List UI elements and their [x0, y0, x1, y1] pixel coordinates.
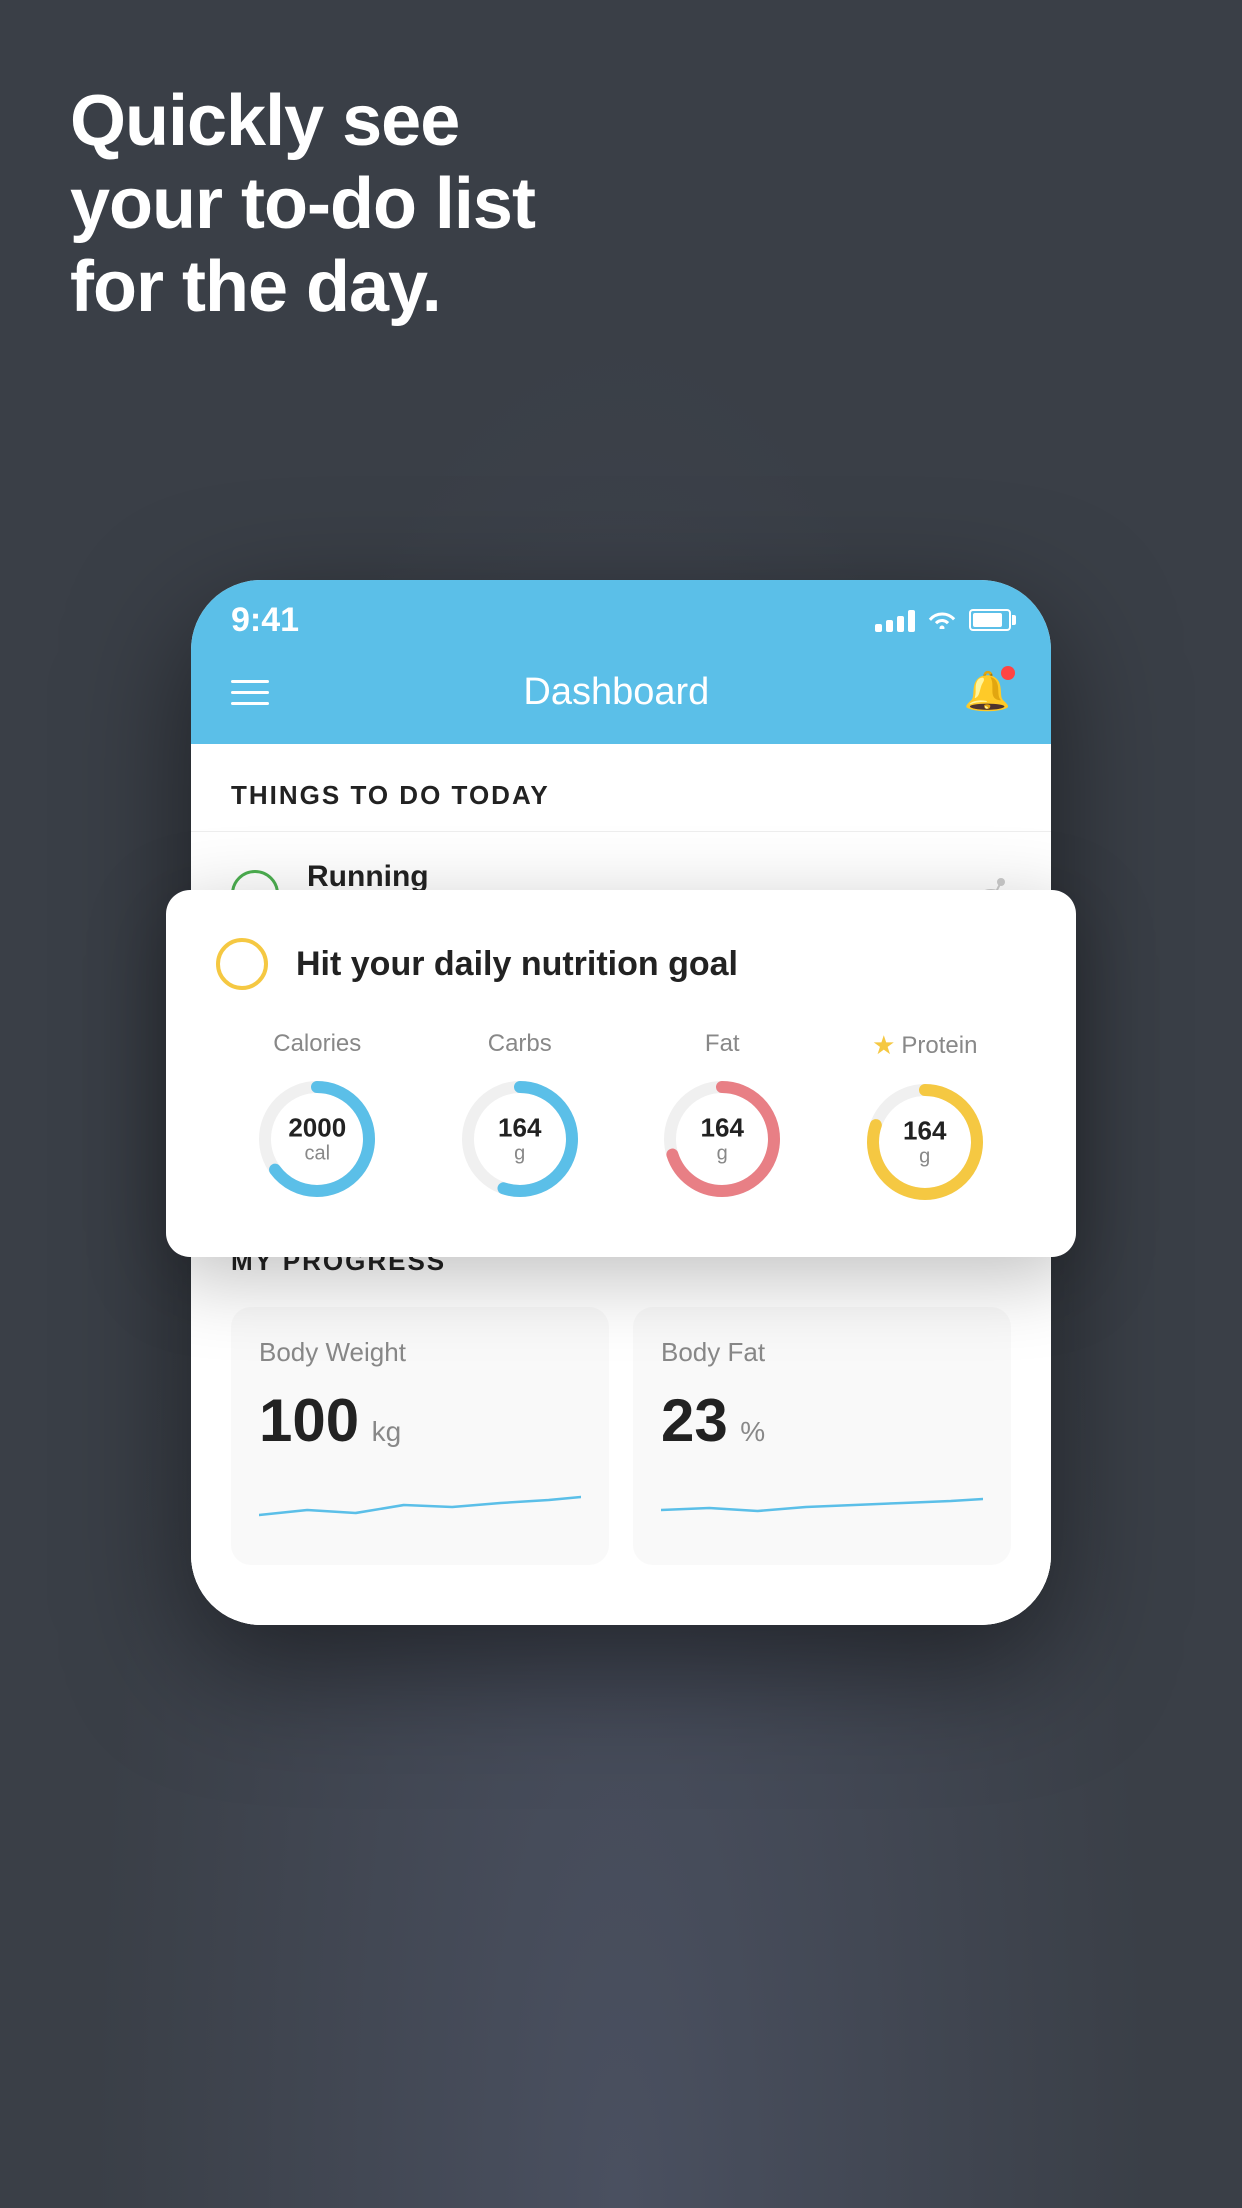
calories-label: Calories	[273, 1030, 361, 1058]
fat-donut: 164 g	[657, 1074, 787, 1204]
carbs-value: 164	[498, 1114, 541, 1143]
progress-card-body-weight[interactable]: Body Weight 100 kg	[231, 1307, 609, 1565]
stat-calories: Calories 2000 cal	[252, 1030, 382, 1207]
progress-section: MY PROGRESS Body Weight 100 kg	[191, 1206, 1051, 1565]
stat-protein: ★ Protein 164 g	[860, 1030, 990, 1207]
body-fat-value-row: 23 %	[661, 1386, 983, 1455]
calories-unit: cal	[288, 1142, 346, 1164]
body-weight-chart	[259, 1475, 581, 1535]
body-fat-unit: %	[740, 1416, 765, 1447]
app-header: Dashboard 🔔	[191, 650, 1051, 744]
protein-label: ★ Protein	[872, 1030, 977, 1061]
body-fat-chart	[661, 1475, 983, 1535]
body-weight-label: Body Weight	[259, 1337, 581, 1368]
body-fat-value: 23	[661, 1387, 728, 1454]
star-icon: ★	[872, 1030, 895, 1061]
battery-icon	[969, 609, 1011, 631]
nutrition-checkbox[interactable]	[216, 938, 268, 990]
notification-dot	[1001, 666, 1015, 680]
body-weight-unit: kg	[372, 1416, 402, 1447]
carbs-donut: 164 g	[455, 1074, 585, 1204]
nutrition-card-title: Hit your daily nutrition goal	[296, 945, 738, 984]
protein-donut: 164 g	[860, 1077, 990, 1207]
protein-value: 164	[903, 1117, 946, 1146]
header-title: Dashboard	[523, 671, 709, 714]
nutrition-card: Hit your daily nutrition goal Calories 2…	[166, 890, 1076, 1257]
wifi-icon	[927, 605, 957, 636]
fat-unit: g	[701, 1142, 744, 1164]
status-time: 9:41	[231, 601, 299, 640]
body-fat-label: Body Fat	[661, 1337, 983, 1368]
progress-card-body-fat[interactable]: Body Fat 23 %	[633, 1307, 1011, 1565]
nutrition-stats: Calories 2000 cal Carbs	[216, 1030, 1026, 1207]
fat-label: Fat	[705, 1030, 740, 1058]
signal-bars-icon	[875, 608, 915, 632]
status-icons	[875, 605, 1011, 636]
todo-running-name: Running	[307, 860, 943, 894]
calories-donut: 2000 cal	[252, 1074, 382, 1204]
headline: Quickly see your to-do list for the day.	[70, 80, 535, 328]
body-weight-value: 100	[259, 1387, 359, 1454]
carbs-label: Carbs	[488, 1030, 552, 1058]
progress-cards: Body Weight 100 kg Body Fat 23	[231, 1307, 1011, 1565]
notification-bell-icon[interactable]: 🔔	[964, 670, 1011, 714]
stat-fat: Fat 164 g	[657, 1030, 787, 1207]
headline-line1: Quickly see	[70, 80, 535, 163]
carbs-unit: g	[498, 1142, 541, 1164]
stat-carbs: Carbs 164 g	[455, 1030, 585, 1207]
headline-line2: your to-do list	[70, 163, 535, 246]
headline-line3: for the day.	[70, 246, 535, 329]
menu-icon[interactable]	[231, 680, 269, 705]
status-bar: 9:41	[191, 580, 1051, 650]
calories-value: 2000	[288, 1114, 346, 1143]
nutrition-card-header: Hit your daily nutrition goal	[216, 938, 1026, 990]
body-weight-value-row: 100 kg	[259, 1386, 581, 1455]
protein-unit: g	[903, 1145, 946, 1167]
things-to-do-title: THINGS TO DO TODAY	[191, 744, 1051, 831]
fat-value: 164	[701, 1114, 744, 1143]
